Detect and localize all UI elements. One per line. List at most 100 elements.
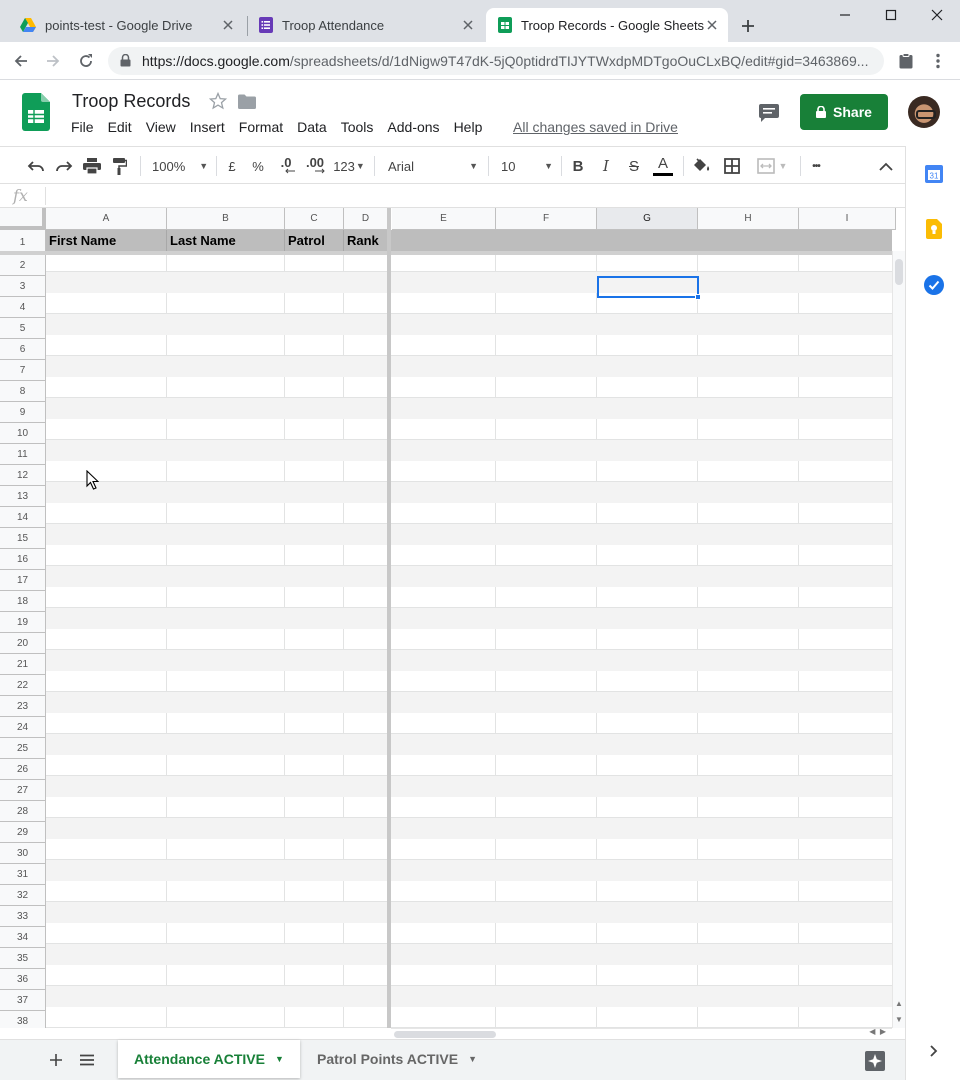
share-button[interactable]: Share bbox=[800, 94, 888, 130]
frozen-row-divider[interactable] bbox=[0, 251, 892, 255]
maximize-icon[interactable] bbox=[876, 4, 906, 26]
add-sheet-icon[interactable] bbox=[45, 1050, 67, 1070]
column-header-g[interactable]: G bbox=[597, 208, 698, 230]
strikethrough-button[interactable]: S bbox=[625, 155, 643, 177]
spreadsheet-grid[interactable]: First Name Last Name Patrol Rank ABCDEFGHI … bbox=[0, 208, 905, 1028]
undo-icon[interactable] bbox=[26, 155, 46, 177]
header-cell-b[interactable]: Last Name bbox=[167, 230, 285, 251]
address-bar[interactable]: https://docs.google.com/spreadsheets/d/1… bbox=[108, 47, 884, 75]
row-header-15[interactable]: 15 bbox=[0, 528, 46, 549]
browser-tab-drive[interactable]: points-test - Google Drive bbox=[8, 8, 244, 42]
document-title[interactable]: Troop Records bbox=[72, 91, 190, 112]
column-header-a[interactable]: A bbox=[46, 208, 167, 230]
row-header-13[interactable]: 13 bbox=[0, 486, 46, 507]
row-header-33[interactable]: 33 bbox=[0, 906, 46, 927]
row-header-6[interactable]: 6 bbox=[0, 339, 46, 360]
active-cell-selection[interactable] bbox=[597, 276, 699, 298]
paint-format-icon[interactable] bbox=[110, 155, 130, 177]
all-sheets-icon[interactable] bbox=[76, 1050, 98, 1070]
borders-icon[interactable] bbox=[722, 155, 742, 177]
chevron-right-icon[interactable] bbox=[923, 1040, 945, 1062]
horizontal-scrollbar-thumb[interactable] bbox=[394, 1031, 496, 1038]
menu-insert[interactable]: Insert bbox=[183, 117, 232, 139]
row-header-21[interactable]: 21 bbox=[0, 654, 46, 675]
row-header-36[interactable]: 36 bbox=[0, 969, 46, 990]
row-header-20[interactable]: 20 bbox=[0, 633, 46, 654]
menu-format[interactable]: Format bbox=[232, 117, 290, 139]
row-header-26[interactable]: 26 bbox=[0, 759, 46, 780]
font-family-select[interactable]: Arial ▼ bbox=[388, 155, 478, 177]
redo-icon[interactable] bbox=[54, 155, 74, 177]
window-close-icon[interactable] bbox=[922, 4, 952, 26]
formula-input[interactable] bbox=[52, 187, 892, 205]
menu-file[interactable]: File bbox=[64, 117, 101, 139]
keep-icon[interactable] bbox=[923, 218, 945, 240]
close-icon[interactable] bbox=[704, 17, 720, 33]
row-header-7[interactable]: 7 bbox=[0, 360, 46, 381]
close-icon[interactable] bbox=[220, 17, 236, 33]
currency-format-button[interactable]: £ bbox=[224, 155, 240, 177]
sheet-tab-attendance-active[interactable]: Attendance ACTIVE ▼ bbox=[118, 1040, 300, 1078]
row-header-31[interactable]: 31 bbox=[0, 864, 46, 885]
row-header-35[interactable]: 35 bbox=[0, 948, 46, 969]
row-header-30[interactable]: 30 bbox=[0, 843, 46, 864]
reload-icon[interactable] bbox=[75, 50, 97, 72]
header-cell-d[interactable]: Rank bbox=[344, 230, 388, 251]
column-header-f[interactable]: F bbox=[496, 208, 597, 230]
bold-button[interactable]: B bbox=[569, 155, 587, 177]
minimize-icon[interactable] bbox=[830, 4, 860, 26]
row-header-25[interactable]: 25 bbox=[0, 738, 46, 759]
forward-arrow-icon[interactable] bbox=[42, 50, 64, 72]
row-header-8[interactable]: 8 bbox=[0, 381, 46, 402]
avatar[interactable] bbox=[908, 96, 940, 128]
column-header-h[interactable]: H bbox=[698, 208, 799, 230]
row-header-14[interactable]: 14 bbox=[0, 507, 46, 528]
row-header-9[interactable]: 9 bbox=[0, 402, 46, 423]
folder-icon[interactable] bbox=[238, 94, 256, 114]
tasks-icon[interactable] bbox=[923, 274, 945, 296]
browser-tab-forms[interactable]: Troop Attendance bbox=[248, 8, 484, 42]
column-header-i[interactable]: I bbox=[799, 208, 896, 230]
row-header-5[interactable]: 5 bbox=[0, 318, 46, 339]
font-size-select[interactable]: 10 ▼ bbox=[501, 155, 553, 177]
scroll-arrows-icon[interactable]: ◀ ▶ bbox=[869, 1027, 886, 1036]
chevron-down-icon[interactable]: ▼ bbox=[468, 1054, 477, 1064]
row-header-38[interactable]: 38 bbox=[0, 1011, 46, 1028]
menu-data[interactable]: Data bbox=[290, 117, 334, 139]
row-header-10[interactable]: 10 bbox=[0, 423, 46, 444]
row-header-28[interactable]: 28 bbox=[0, 801, 46, 822]
menu-view[interactable]: View bbox=[139, 117, 183, 139]
menu-add-ons[interactable]: Add-ons bbox=[380, 117, 446, 139]
sheet-tab-patrol-points-active[interactable]: Patrol Points ACTIVE ▼ bbox=[301, 1040, 493, 1078]
star-icon[interactable] bbox=[208, 91, 228, 115]
merge-cells-icon[interactable]: ▼ bbox=[752, 155, 792, 177]
row-header-2[interactable]: 2 bbox=[0, 255, 46, 276]
increase-decimal-button[interactable]: .00 bbox=[303, 155, 327, 177]
row-header-11[interactable]: 11 bbox=[0, 444, 46, 465]
column-header-c[interactable]: C bbox=[285, 208, 344, 230]
row-header-18[interactable]: 18 bbox=[0, 591, 46, 612]
row-header-23[interactable]: 23 bbox=[0, 696, 46, 717]
text-color-button[interactable]: A bbox=[652, 155, 674, 177]
menu-help[interactable]: Help bbox=[447, 117, 490, 139]
row-header-34[interactable]: 34 bbox=[0, 927, 46, 948]
header-cell-a[interactable]: First Name bbox=[46, 230, 167, 251]
collapse-menus-icon[interactable] bbox=[876, 155, 896, 177]
clipboard-extension-icon[interactable] bbox=[896, 51, 916, 71]
fill-handle[interactable] bbox=[695, 294, 701, 300]
comment-history-icon[interactable] bbox=[756, 100, 782, 126]
row-header-19[interactable]: 19 bbox=[0, 612, 46, 633]
menu-tools[interactable]: Tools bbox=[334, 117, 381, 139]
row-header-4[interactable]: 4 bbox=[0, 297, 46, 318]
row-header-3[interactable]: 3 bbox=[0, 276, 46, 297]
new-tab-button[interactable] bbox=[736, 14, 760, 38]
number-format-select[interactable]: 123 ▼ bbox=[332, 155, 366, 177]
select-all-corner[interactable] bbox=[0, 208, 46, 230]
calendar-icon[interactable]: 31 bbox=[923, 163, 945, 185]
chevron-down-icon[interactable]: ▼ bbox=[275, 1054, 284, 1064]
column-header-d[interactable]: D bbox=[344, 208, 388, 230]
row-header-37[interactable]: 37 bbox=[0, 990, 46, 1011]
row-header-24[interactable]: 24 bbox=[0, 717, 46, 738]
decrease-decimal-button[interactable]: .0 bbox=[275, 155, 297, 177]
save-status-link[interactable]: All changes saved in Drive bbox=[513, 119, 678, 135]
